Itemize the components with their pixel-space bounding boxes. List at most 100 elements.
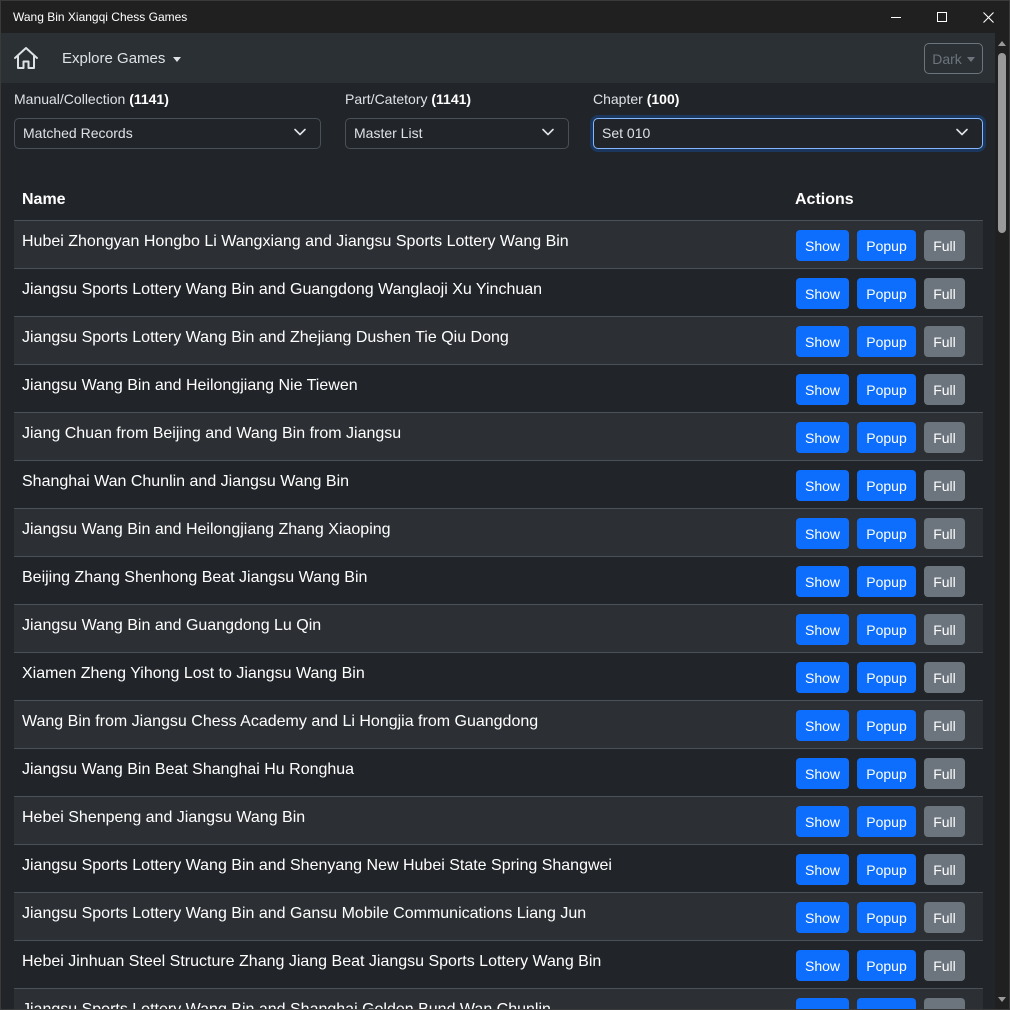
game-name: Hebei Shenpeng and Jiangsu Wang Bin	[22, 809, 306, 826]
full-button[interactable]: Full	[924, 758, 965, 789]
game-name: Jiangsu Sports Lottery Wang Bin and Shan…	[22, 1001, 551, 1009]
popup-button[interactable]: Popup	[857, 998, 916, 1009]
full-button[interactable]: Full	[924, 806, 965, 837]
full-button[interactable]: Full	[924, 950, 965, 981]
popup-button[interactable]: Popup	[857, 806, 916, 837]
chapter-label: Chapter	[593, 91, 643, 107]
popup-button[interactable]: Popup	[857, 758, 916, 789]
full-button[interactable]: Full	[924, 854, 965, 885]
chapter-select[interactable]: Set 010	[593, 118, 983, 149]
chevron-down-icon	[542, 128, 554, 136]
full-button[interactable]: Full	[924, 278, 965, 309]
game-name: Hebei Jinhuan Steel Structure Zhang Jian…	[22, 953, 602, 970]
table-row: Jiangsu Sports Lottery Wang Bin and Shen…	[14, 845, 983, 893]
app-window: Wang Bin Xiangqi Chess Games Explore Gam…	[0, 0, 1010, 1010]
home-icon[interactable]	[13, 46, 39, 70]
game-name: Xiamen Zheng Yihong Lost to Jiangsu Wang…	[22, 665, 365, 682]
game-name: Hubei Zhongyan Hongbo Li Wangxiang and J…	[22, 233, 569, 250]
full-button[interactable]: Full	[924, 710, 965, 741]
full-button[interactable]: Full	[924, 998, 965, 1009]
full-button[interactable]: Full	[924, 662, 965, 693]
table-row: Hebei Shenpeng and Jiangsu Wang Bin Show P…	[14, 797, 983, 845]
show-button[interactable]: Show	[796, 854, 849, 885]
popup-button[interactable]: Popup	[857, 614, 916, 645]
popup-button[interactable]: Popup	[857, 518, 916, 549]
chapter-filter: Chapter (100) Set 010	[593, 91, 983, 149]
table-row: Jiangsu Wang Bin and Guangdong Lu Qin Sho…	[14, 605, 983, 653]
show-button[interactable]: Show	[796, 230, 849, 261]
show-button[interactable]: Show	[796, 662, 849, 693]
table-row: Jiangsu Sports Lottery Wang Bin and Guan…	[14, 269, 983, 317]
game-name: Jiangsu Wang Bin and Heilongjiang Zhang …	[22, 521, 391, 538]
part-select-value: Master List	[354, 125, 423, 141]
popup-button[interactable]: Popup	[857, 326, 916, 357]
show-button[interactable]: Show	[796, 470, 849, 501]
game-name: Jiang Chuan from Beijing and Wang Bin fr…	[22, 425, 402, 442]
game-name: Jiangsu Sports Lottery Wang Bin and Zhej…	[22, 329, 509, 346]
manual-select[interactable]: Matched Records	[14, 118, 321, 149]
table-row: Jiangsu Wang Bin and Heilongjiang Nie Ti…	[14, 365, 983, 413]
part-count: (1141)	[431, 91, 472, 107]
popup-button[interactable]: Popup	[857, 566, 916, 597]
close-icon	[982, 11, 994, 23]
manual-select-value: Matched Records	[23, 125, 133, 141]
popup-button[interactable]: Popup	[857, 374, 916, 405]
scroll-up-icon[interactable]	[998, 41, 1006, 46]
app-content: Explore Games Dark Manual/Collection (11…	[1, 33, 995, 1009]
theme-label: Dark	[932, 50, 962, 67]
show-button[interactable]: Show	[796, 758, 849, 789]
full-button[interactable]: Full	[924, 374, 965, 405]
show-button[interactable]: Show	[796, 326, 849, 357]
show-button[interactable]: Show	[796, 998, 849, 1009]
full-button[interactable]: Full	[924, 470, 965, 501]
popup-button[interactable]: Popup	[857, 902, 916, 933]
manual-count: (1141)	[129, 91, 169, 107]
chapter-select-value: Set 010	[602, 125, 651, 141]
popup-button[interactable]: Popup	[857, 710, 916, 741]
popup-button[interactable]: Popup	[857, 230, 916, 261]
show-button[interactable]: Show	[796, 614, 849, 645]
game-name: Beijing Zhang Shenhong Beat Jiangsu Wang…	[22, 569, 368, 586]
full-button[interactable]: Full	[924, 326, 965, 357]
full-button[interactable]: Full	[924, 566, 965, 597]
popup-button[interactable]: Popup	[857, 278, 916, 309]
table-row: Jiangsu Sports Lottery Wang Bin and Zhej…	[14, 317, 983, 365]
full-button[interactable]: Full	[924, 902, 965, 933]
show-button[interactable]: Show	[796, 806, 849, 837]
title-bar: Wang Bin Xiangqi Chess Games	[1, 1, 1009, 33]
scroll-down-icon[interactable]	[998, 997, 1006, 1002]
chevron-down-icon	[956, 128, 968, 136]
maximize-button[interactable]	[919, 1, 965, 33]
game-name: Shanghai Wan Chunlin and Jiangsu Wang Bi…	[22, 473, 350, 490]
show-button[interactable]: Show	[796, 902, 849, 933]
popup-button[interactable]: Popup	[857, 470, 916, 501]
table-row: Jiangsu Wang Bin Beat Shanghai Hu Ronghu…	[14, 749, 983, 797]
full-button[interactable]: Full	[924, 230, 965, 261]
show-button[interactable]: Show	[796, 374, 849, 405]
show-button[interactable]: Show	[796, 950, 849, 981]
show-button[interactable]: Show	[796, 278, 849, 309]
vertical-scrollbar[interactable]	[995, 33, 1009, 1009]
part-select[interactable]: Master List	[345, 118, 569, 149]
show-button[interactable]: Show	[796, 710, 849, 741]
table-row: Xiamen Zheng Yihong Lost to Jiangsu Wang…	[14, 653, 983, 701]
close-button[interactable]	[965, 1, 1009, 33]
popup-button[interactable]: Popup	[857, 950, 916, 981]
explore-games-menu[interactable]: Explore Games	[62, 50, 182, 67]
minimize-button[interactable]	[873, 1, 919, 33]
scrollbar-thumb[interactable]	[998, 53, 1006, 233]
popup-button[interactable]: Popup	[857, 422, 916, 453]
show-button[interactable]: Show	[796, 566, 849, 597]
show-button[interactable]: Show	[796, 422, 849, 453]
popup-button[interactable]: Popup	[857, 854, 916, 885]
explore-games-label: Explore Games	[62, 50, 166, 67]
theme-dropdown-button[interactable]: Dark	[924, 43, 983, 74]
show-button[interactable]: Show	[796, 518, 849, 549]
full-button[interactable]: Full	[924, 518, 965, 549]
popup-button[interactable]: Popup	[857, 662, 916, 693]
table-body: Hubei Zhongyan Hongbo Li Wangxiang and J…	[14, 221, 983, 1009]
full-button[interactable]: Full	[924, 614, 965, 645]
game-name: Jiangsu Wang Bin and Heilongjiang Nie Ti…	[22, 377, 358, 394]
full-button[interactable]: Full	[924, 422, 965, 453]
navbar: Explore Games Dark	[1, 33, 995, 83]
